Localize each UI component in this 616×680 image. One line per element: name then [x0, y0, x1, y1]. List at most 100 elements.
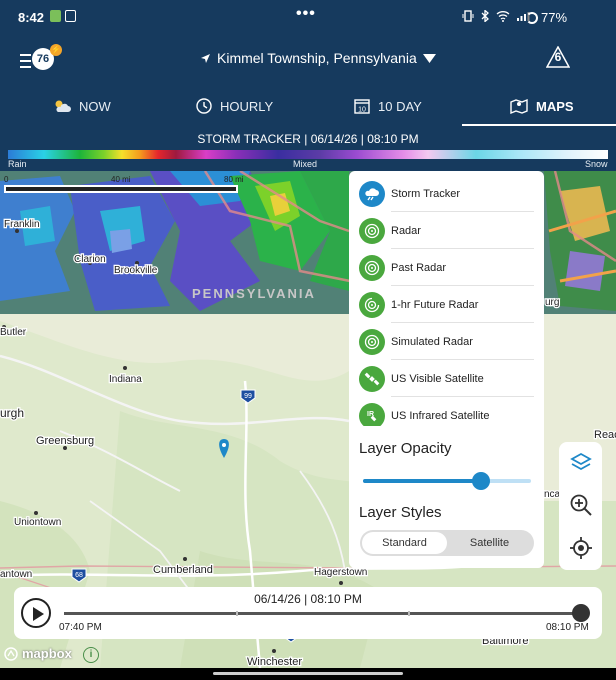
system-navigation-bar	[0, 668, 616, 680]
layer-label: Past Radar	[391, 261, 447, 274]
layer-label: Storm Tracker	[391, 187, 461, 200]
layer-simulated-radar[interactable]: Simulated Radar	[349, 323, 544, 360]
layer-style-toggle: Standard Satellite	[360, 530, 534, 556]
precipitation-legend-bar	[8, 150, 608, 159]
tab-label: MAPS	[536, 98, 574, 114]
opacity-slider[interactable]	[363, 472, 531, 490]
legend-mixed: Mixed	[293, 159, 318, 169]
storm-tracker-title: STORM TRACKER | 06/14/26 | 08:10 PM	[197, 132, 419, 146]
layer-storm-tracker[interactable]: Storm Tracker	[349, 175, 544, 212]
home-gesture-bar[interactable]	[213, 672, 403, 675]
mapbox-label: mapbox	[22, 646, 72, 661]
style-option-standard[interactable]: Standard	[362, 532, 447, 554]
calendar-icon: 10	[354, 99, 370, 114]
alerts-button[interactable]: 6	[546, 46, 570, 68]
locate-me-button[interactable]	[568, 535, 594, 561]
tab-label: NOW	[79, 98, 111, 114]
map-label-greensburg: Greensburg	[36, 435, 94, 447]
timeline-start-time: 07:40 PM	[59, 622, 102, 633]
partly-cloudy-icon	[55, 100, 71, 112]
map-label-cumberland: Cumberland	[153, 564, 213, 576]
bluetooth-icon	[481, 10, 489, 22]
battery-indicator: 77%	[526, 10, 567, 25]
layer-radar[interactable]: Radar	[349, 212, 544, 249]
alert-count: 6	[554, 50, 562, 64]
status-bar: 8:42 ••• 77%	[0, 0, 616, 34]
map-label-butler: Butler	[0, 327, 27, 338]
calendar-day: 10	[358, 107, 366, 114]
tab-label: HOURLY	[220, 98, 274, 114]
tab-now[interactable]: NOW	[53, 86, 111, 126]
layer-styles-title: Layer Styles	[359, 504, 442, 521]
map-label-reading: Reac	[594, 429, 616, 441]
info-button[interactable]: i	[83, 647, 99, 663]
timeline-end-time: 08:10 PM	[546, 622, 589, 633]
opacity-slider-fill	[363, 479, 481, 483]
map-label-indiana: Indiana	[109, 374, 142, 385]
menu-icon-line	[20, 66, 31, 68]
layers-button[interactable]	[568, 450, 594, 476]
tab-hourly[interactable]: HOURLY	[196, 86, 273, 126]
map-label-winchester: Winchester	[247, 656, 302, 668]
layer-past-radar[interactable]: Past Radar	[349, 249, 544, 286]
layer-label: Simulated Radar	[391, 335, 473, 348]
map-label-pittsburgh: urgh	[0, 406, 24, 420]
zoom-in-button[interactable]	[568, 492, 594, 518]
map-label-brookville: Brookville	[114, 265, 158, 276]
tab-10-day[interactable]: 10 10 DAY	[354, 86, 422, 126]
timeline-track[interactable]	[64, 611, 582, 616]
notification-icons	[50, 10, 76, 22]
menu-button[interactable]: 76 ⚡	[20, 44, 62, 76]
tab-label: 10 DAY	[378, 98, 422, 114]
clock-icon	[196, 98, 212, 114]
opacity-slider-handle[interactable]	[471, 472, 490, 490]
scale-label-zero: 0	[4, 175, 9, 184]
location-selector[interactable]: Kimmel Township, Pennsylvania	[200, 50, 436, 66]
mapbox-logo[interactable]: mapbox	[4, 646, 72, 661]
map-controls	[559, 442, 602, 570]
layer-label: Radar	[391, 224, 421, 237]
layer-label: 1-hr Future Radar	[391, 298, 479, 311]
tab-maps[interactable]: MAPS	[510, 86, 574, 126]
battery-icon	[526, 11, 538, 24]
menu-icon-line	[20, 60, 31, 62]
interstate-68-label: 68	[75, 572, 83, 579]
layer-options-panel: Layer Opacity Layer Styles Standard Sate…	[349, 426, 544, 568]
legend-snow: Snow	[585, 159, 608, 169]
map-label-clarion: Clarion	[74, 254, 106, 265]
layer-future-radar[interactable]: 1-hr Future Radar	[349, 286, 544, 323]
wifi-icon	[496, 11, 510, 22]
app-bar: 76 ⚡ Kimmel Township, Pennsylvania 6	[0, 34, 616, 86]
storm-tracker-icon	[359, 180, 385, 207]
legend-labels: Rain Mixed Snow	[0, 159, 616, 171]
scale-label-end: 80 mi	[224, 175, 244, 184]
layer-label: US Visible Satellite	[391, 372, 484, 385]
satellite-icon	[359, 365, 385, 392]
layer-us-infrared-satellite[interactable]: IR US Infrared Satellite	[349, 397, 544, 426]
status-time: 8:42	[18, 10, 45, 25]
timeline-current-time: 06/14/26 | 08:10 PM	[254, 592, 362, 606]
style-option-satellite[interactable]: Satellite	[447, 532, 532, 554]
mapbox-icon	[4, 646, 18, 661]
layer-opacity-title: Layer Opacity	[359, 440, 452, 457]
notification-calendar-icon	[65, 10, 76, 22]
notification-app-icon	[50, 10, 61, 22]
location-arrow-icon	[201, 53, 210, 63]
menu-icon	[20, 54, 31, 56]
map-label-uniontown: Uniontown	[14, 517, 61, 528]
system-icons	[462, 10, 530, 22]
tab-bar: NOW HOURLY 10 10 DAY MAPS	[0, 86, 616, 126]
chevron-down-icon	[422, 53, 436, 63]
scale-label-mid: 40 mi	[111, 175, 131, 184]
timeline-handle[interactable]	[572, 604, 590, 622]
interstate-99-label: 99	[244, 393, 252, 400]
map-icon	[510, 98, 528, 114]
lightning-badge-icon: ⚡	[50, 44, 62, 56]
app-logo-icon: 76 ⚡	[32, 44, 62, 70]
layer-us-visible-satellite[interactable]: US Visible Satellite	[349, 360, 544, 397]
map-label-hagerstown: Hagerstown	[314, 567, 367, 578]
map-label-harrisburg: urg	[545, 297, 559, 308]
future-radar-icon	[359, 291, 385, 318]
map-label-pennsylvania: PENNSYLVANIA	[192, 286, 316, 301]
more-dots-icon: •••	[296, 5, 316, 22]
